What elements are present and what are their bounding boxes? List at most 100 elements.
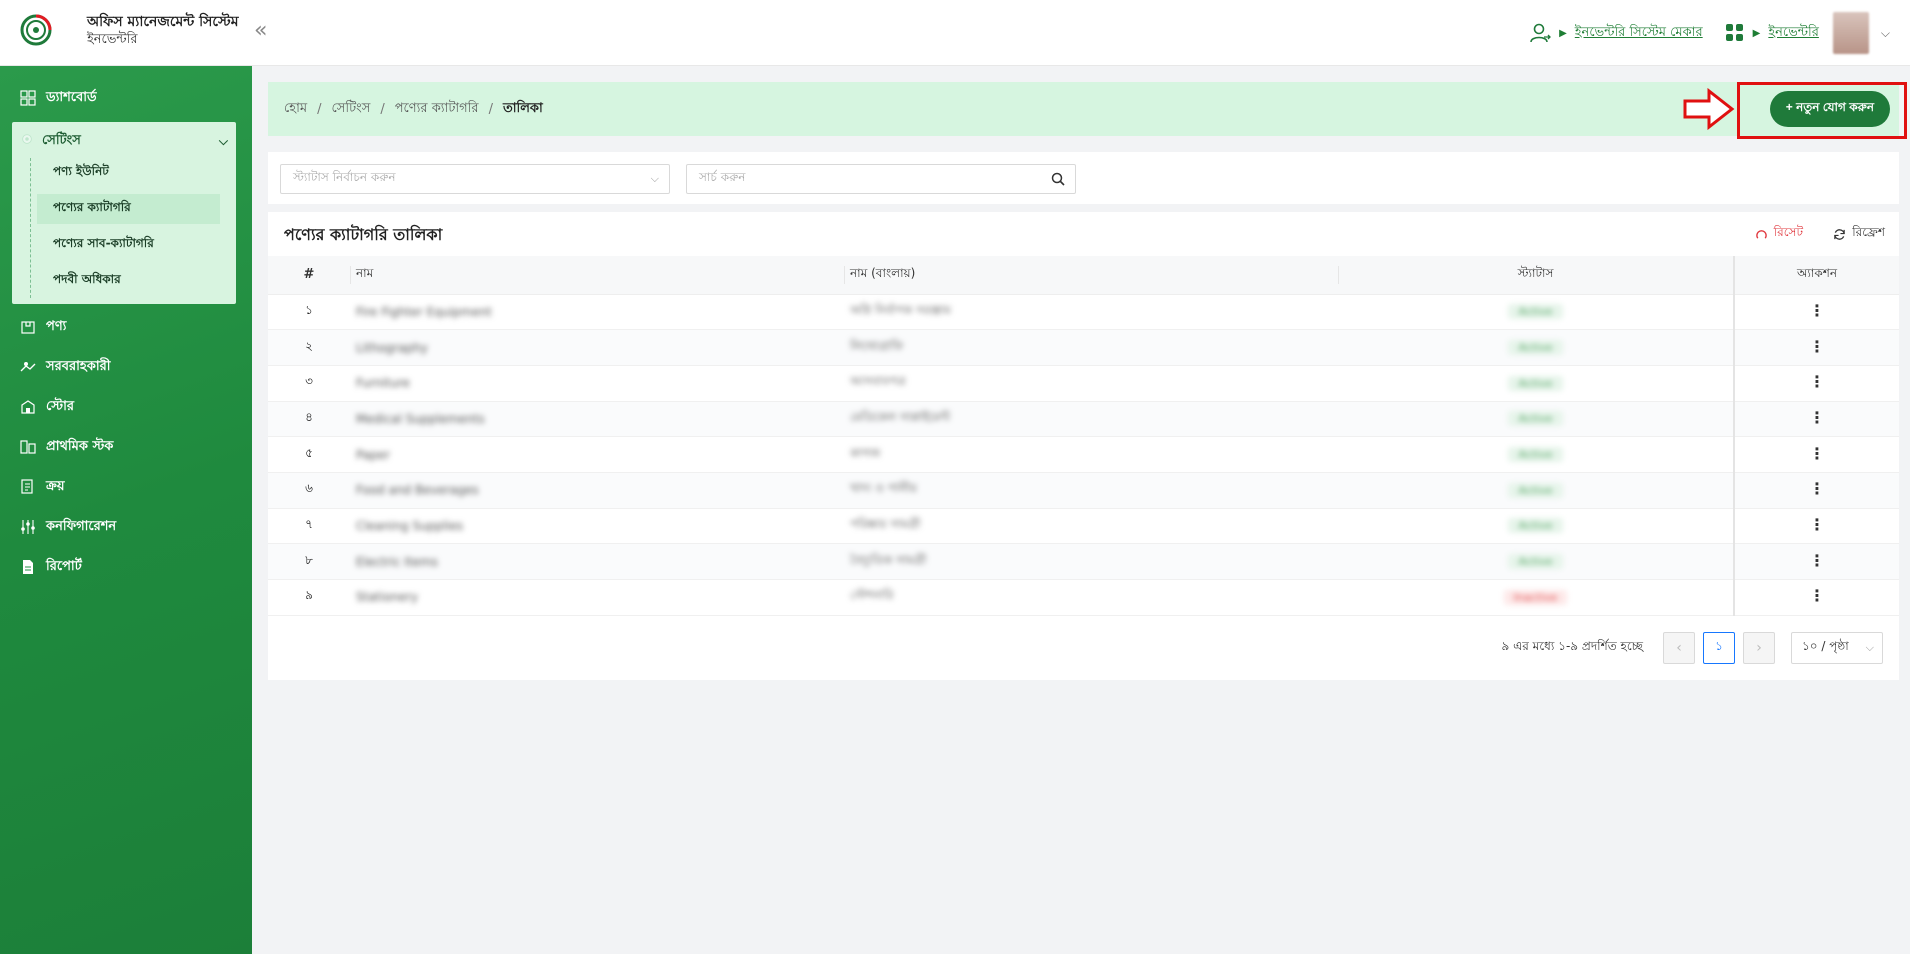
more-actions-icon[interactable]: ⋮ (1809, 338, 1825, 354)
row-name-cell: Furniture (350, 365, 844, 402)
more-actions-icon[interactable]: ⋮ (1809, 552, 1825, 568)
row-action-cell: ⋮ (1733, 436, 1899, 473)
table-row: ৩ Furniture আসবাবপত্র Active ⋮ (268, 365, 1899, 402)
search-icon[interactable] (1051, 172, 1065, 186)
status-badge: Active (1508, 375, 1563, 391)
breadcrumb-settings[interactable]: সেটিংস (331, 99, 370, 120)
sidebar-subitem-product-category[interactable]: পণ্যের ক্যাটাগরি (37, 194, 220, 224)
row-name: Medical Supplements (356, 411, 485, 426)
caret-right-icon: ▶ (1752, 27, 1761, 39)
table-row: ৪ Medical Supplements মেডিকেল সাপ্লাইমেন্ট… (268, 401, 1899, 438)
col-header-action: অ্যাকশন (1733, 256, 1899, 295)
report-icon (20, 559, 36, 575)
page-1-button[interactable]: ১ (1703, 632, 1735, 664)
row-name-cell: Fire Fighter Equipment (350, 294, 844, 331)
row-number: ৯ (268, 579, 350, 616)
row-status-cell: Active (1338, 365, 1734, 402)
settings-icon (20, 132, 34, 150)
sidebar-subitem-product-unit[interactable]: পণ্য ইউনিট (37, 158, 220, 188)
row-number: ২ (268, 329, 350, 366)
sidebar-item-product[interactable]: পণ্য (20, 315, 66, 339)
row-name-bn: কাগজ (850, 445, 881, 460)
category-table: # নাম নাম (বাংলায়) স্ট্যাটাস অ্যাকশন ১F… (268, 256, 1899, 616)
table-row: ৮ Electric Items বৈদ্যুতিক সামগ্রী Active ⋮ (268, 543, 1899, 580)
row-action-cell: ⋮ (1733, 294, 1899, 331)
row-name: Fire Fighter Equipment (356, 304, 492, 319)
more-actions-icon[interactable]: ⋮ (1809, 481, 1825, 497)
row-status-cell: Active (1338, 294, 1734, 331)
sidebar-item-label: স্টোর (46, 398, 74, 414)
sidebar-item-configuration[interactable]: কনফিগারেশন (20, 515, 116, 539)
col-header-name-bn: নাম (বাংলায়) (844, 256, 1338, 295)
pagination-summary: ৯ এর মধ্যে ১-৯ প্রদর্শিত হচ্ছে (1501, 639, 1643, 653)
pagination: ৯ এর মধ্যে ১-৯ প্রদর্শিত হচ্ছে ‹ ১ › ১০ … (1502, 632, 1883, 664)
row-status-cell: Active (1338, 508, 1734, 545)
sidebar-item-settings[interactable]: সেটিংস ⌵ (20, 128, 228, 154)
search-input[interactable]: সার্চ করুন (686, 164, 1076, 194)
sidebar-item-purchase[interactable]: ক্রয় (20, 475, 65, 499)
row-name-bn-cell: আসবাবপত্র (844, 365, 1338, 402)
row-number: ১ (268, 294, 350, 331)
row-name: Lithography (356, 340, 428, 355)
row-name: Cleaning Supplies (356, 518, 464, 533)
row-status-cell: Active (1338, 401, 1734, 438)
chevron-down-icon[interactable]: ⌵ (1881, 26, 1890, 41)
filter-panel: স্ট্যাটাস নির্বাচন করুন ⌵ সার্চ করুন (268, 152, 1899, 204)
row-action-cell: ⋮ (1733, 543, 1899, 580)
row-number: ৮ (268, 543, 350, 580)
more-actions-icon[interactable]: ⋮ (1809, 374, 1825, 390)
sidebar-item-supplier[interactable]: সরবরাহকারী (20, 355, 110, 379)
row-name-bn-cell: কাগজ (844, 436, 1338, 473)
row-action-cell: ⋮ (1733, 508, 1899, 545)
row-name-bn: বৈদ্যুতিক সামগ্রী (850, 552, 927, 567)
caret-right-icon: ▶ (1559, 27, 1567, 39)
header-right: ▶ ইনভেন্টরি সিস্টেম মেকার ▶ ইনভেন্টরি ⌵ (1529, 0, 1890, 66)
page-size-select[interactable]: ১০ / পৃষ্ঠা ⌵ (1791, 632, 1883, 664)
row-name-bn: স্টেশনারি (850, 588, 894, 603)
sidebar-subitem-product-subcategory[interactable]: পণ্যের সাব-ক্যাটাগরি (37, 230, 220, 260)
status-badge: Active (1508, 447, 1563, 463)
user-avatar[interactable] (1832, 12, 1869, 54)
col-header-name: নাম (350, 256, 844, 295)
sidebar-item-label: সেটিংস (42, 132, 81, 148)
collapse-sidebar-button[interactable]: « (254, 20, 267, 42)
more-actions-icon[interactable]: ⋮ (1809, 588, 1825, 604)
table-row: ৯ Stationery স্টেশনারি Inactive ⋮ (268, 579, 1899, 616)
row-name: Electric Items (356, 554, 438, 569)
breadcrumb-category[interactable]: পণ্যের ক্যাটাগরি (395, 99, 479, 120)
sidebar-item-initial-stock[interactable]: প্রাথমিক স্টক (20, 435, 113, 459)
table-row: ৬ Food and Beverages খাদ্য ও পানীয় Active ⋮ (268, 472, 1899, 509)
chevron-down-icon: ⌵ (650, 172, 659, 185)
module-link[interactable]: ইনভেন্টরি (1768, 23, 1819, 44)
role-link[interactable]: ইনভেন্টরি সিস্টেম মেকার (1575, 23, 1703, 44)
prev-page-button[interactable]: ‹ (1663, 632, 1695, 664)
row-name-cell: Medical Supplements (350, 401, 844, 438)
sidebar-item-store[interactable]: স্টোর (20, 395, 74, 419)
more-actions-icon[interactable]: ⋮ (1809, 516, 1825, 532)
more-actions-icon[interactable]: ⋮ (1809, 302, 1825, 318)
more-actions-icon[interactable]: ⋮ (1809, 409, 1825, 425)
next-page-button[interactable]: › (1743, 632, 1775, 664)
apps-grid-icon[interactable] (1725, 23, 1745, 43)
row-action-cell: ⋮ (1733, 579, 1899, 616)
refresh-button[interactable]: রিফ্রেশ (1833, 224, 1885, 244)
reset-icon (1755, 229, 1767, 239)
row-status-cell: Active (1338, 472, 1734, 509)
top-header: অফিস ম্যানেজমেন্ট সিস্টেম ইনভেন্টরি « ▶ … (0, 0, 1910, 66)
refresh-icon (1834, 228, 1845, 240)
reset-button[interactable]: রিসেট (1755, 224, 1803, 244)
submenu-guide-line (30, 158, 31, 298)
more-actions-icon[interactable]: ⋮ (1809, 445, 1825, 461)
sidebar-item-dashboard[interactable]: ড্যাশবোর্ড (20, 86, 97, 110)
row-action-cell: ⋮ (1733, 365, 1899, 402)
sidebar-item-report[interactable]: রিপোর্ট (20, 555, 82, 579)
status-select[interactable]: স্ট্যাটাস নির্বাচন করুন ⌵ (280, 164, 670, 194)
table-row: ৭ Cleaning Supplies পরিষ্কার সামগ্রী Active… (268, 508, 1899, 545)
row-name-bn: খাদ্য ও পানীয় (850, 481, 917, 496)
user-switch-icon[interactable] (1529, 22, 1552, 44)
breadcrumb: হোম / সেটিংস / পণ্যের ক্যাটাগরি / তালিকা… (268, 82, 1899, 136)
breadcrumb-home[interactable]: হোম (284, 99, 307, 120)
breadcrumb-separator: / (317, 101, 322, 117)
sidebar-subitem-designation-rights[interactable]: পদবী অধিকার (37, 266, 220, 296)
table-header-row: # নাম নাম (বাংলায়) স্ট্যাটাস অ্যাকশন (268, 256, 1899, 295)
